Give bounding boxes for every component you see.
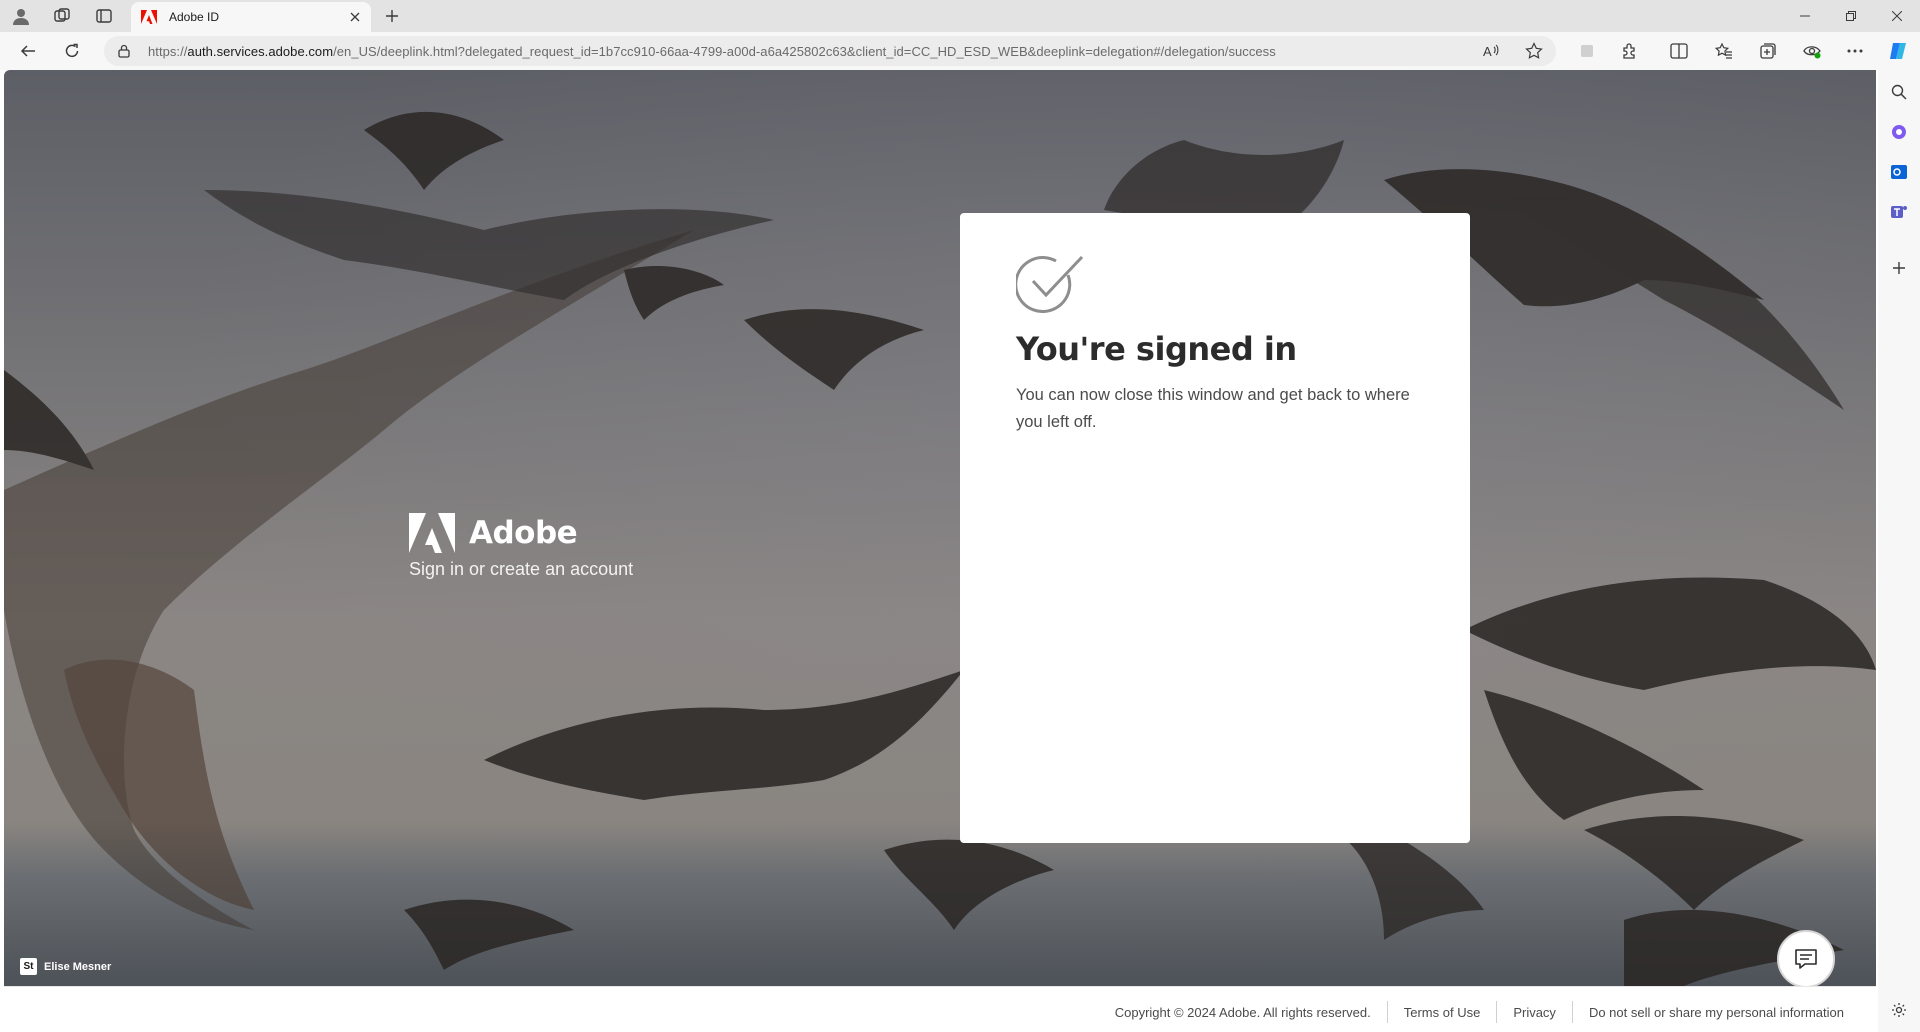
brand-tagline: Sign in or create an account	[409, 559, 634, 579]
lock-icon[interactable]	[116, 43, 132, 59]
chat-icon	[1795, 949, 1817, 969]
extension-icon[interactable]	[1575, 39, 1599, 63]
adobe-logo-icon	[409, 513, 455, 553]
photo-credit[interactable]: St Elise Mesner	[20, 958, 111, 975]
edge-sidebar	[1878, 70, 1920, 1032]
tab-adobe-id[interactable]: Adobe ID	[131, 2, 371, 32]
favorites-icon[interactable]	[1712, 39, 1736, 63]
tab-title: Adobe ID	[169, 10, 220, 24]
read-aloud-icon[interactable]: A	[1482, 41, 1502, 61]
footer-divider	[1571, 1001, 1573, 1023]
minimize-button[interactable]	[1782, 0, 1828, 32]
restore-button[interactable]	[1828, 0, 1874, 32]
url-text[interactable]: https://auth.services.adobe.com/en_US/de…	[148, 44, 1276, 59]
terms-link[interactable]: Terms of Use	[1404, 1005, 1481, 1020]
collections-icon[interactable]	[1756, 39, 1780, 63]
browser-toolbar: https://auth.services.adobe.com/en_US/de…	[0, 32, 1920, 70]
page-footer: Copyright © 2024 Adobe. All rights reser…	[4, 986, 1876, 1030]
close-window-button[interactable]	[1874, 0, 1920, 32]
extensions-puzzle-icon[interactable]	[1618, 39, 1642, 63]
profile-icon[interactable]	[9, 4, 33, 28]
more-options-icon[interactable]	[1843, 39, 1867, 63]
page-viewport: Adobe Sign in or create an account You'r…	[4, 70, 1876, 1030]
refresh-icon[interactable]	[60, 39, 84, 63]
seagulls-image	[4, 111, 1876, 986]
do-not-sell-link[interactable]: Do not sell or share my personal informa…	[1589, 1005, 1844, 1020]
brand-name: Adobe	[469, 515, 578, 551]
sidebar-settings-icon[interactable]	[1887, 998, 1911, 1022]
adobe-brand: Adobe Sign in or create an account	[409, 513, 633, 580]
svg-text:A: A	[1483, 44, 1492, 59]
close-tab-icon[interactable]	[347, 9, 363, 25]
tab-actions-icon[interactable]	[92, 4, 116, 28]
checkmark-icon	[1014, 255, 1084, 314]
favorite-star-icon[interactable]	[1524, 41, 1544, 61]
adobe-icon	[141, 9, 157, 25]
signed-in-card: You're signed in You can now close this …	[960, 213, 1470, 843]
background-photo: Adobe Sign in or create an account You'r…	[4, 70, 1876, 988]
add-sidebar-app-icon[interactable]	[1887, 256, 1911, 280]
card-title: You're signed in	[1016, 330, 1297, 368]
split-screen-icon[interactable]	[1667, 39, 1691, 63]
outlook-icon[interactable]	[1887, 160, 1911, 184]
privacy-link[interactable]: Privacy	[1513, 1005, 1556, 1020]
tab-bar: Adobe ID	[0, 0, 1920, 32]
footer-divider	[1496, 1001, 1498, 1023]
browser-essentials-icon[interactable]	[1800, 39, 1824, 63]
copilot-icon[interactable]	[1886, 39, 1910, 63]
m365-icon[interactable]	[1887, 120, 1911, 144]
credit-name: Elise Mesner	[44, 960, 112, 973]
footer-divider	[1386, 1001, 1388, 1023]
teams-icon[interactable]	[1887, 200, 1911, 224]
back-icon[interactable]	[16, 39, 40, 63]
copyright-text: Copyright © 2024 Adobe. All rights reser…	[1114, 1004, 1371, 1020]
address-bar[interactable]: https://auth.services.adobe.com/en_US/de…	[104, 36, 1556, 66]
stock-badge: St	[20, 958, 37, 975]
card-body: You can now close this window and get ba…	[1016, 386, 1410, 431]
search-icon[interactable]	[1887, 80, 1911, 104]
workspaces-icon[interactable]	[50, 4, 74, 28]
new-tab-button[interactable]	[380, 4, 404, 28]
chat-button[interactable]	[1777, 930, 1835, 988]
